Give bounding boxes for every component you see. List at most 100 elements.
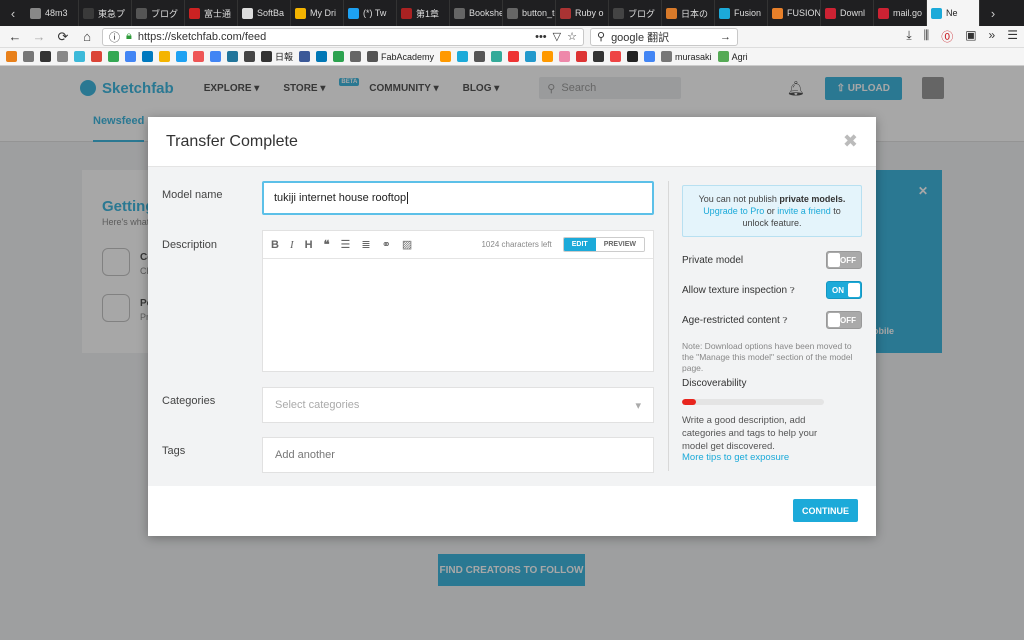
bookmark-favicon-icon[interactable] (6, 51, 17, 62)
invite-link[interactable]: invite a friend (777, 206, 831, 216)
model-name-input[interactable]: tukiji internet house rooftop (262, 181, 654, 215)
search-bar[interactable]: ⚲ google 翻訳 → (590, 27, 738, 46)
trello-icon[interactable] (142, 51, 153, 62)
bookmark-favicon-icon[interactable] (576, 51, 588, 62)
browser-tab[interactable]: Ne (927, 0, 980, 26)
heading-icon[interactable]: H (305, 239, 313, 251)
bookmark-star-icon[interactable]: ☆ (567, 30, 577, 43)
linkedin-icon[interactable] (316, 51, 328, 62)
browser-tab[interactable]: 富士通 (185, 0, 238, 26)
bookmark-murasaki[interactable]: murasaki (661, 51, 712, 62)
library-icon[interactable]: ⫼ (924, 28, 930, 45)
browser-tab[interactable]: button_to (503, 0, 556, 26)
browser-tab[interactable]: Bookshelf (450, 0, 503, 26)
url-bar[interactable]: ⓘ 🔒︎ https://sketchfab.com/feed ••• ▽ ☆ (102, 27, 584, 46)
bookmark-nippo[interactable]: 日報 (261, 50, 293, 63)
tab-scroll-right-icon[interactable]: › (980, 6, 1006, 21)
browser-tab[interactable]: (*) Tw (344, 0, 397, 26)
description-textarea[interactable] (263, 259, 653, 371)
download-icon[interactable]: ⤓ (906, 28, 911, 45)
preview-tab[interactable]: PREVIEW (595, 238, 644, 251)
pinterest-icon[interactable]: ⓪ (941, 28, 953, 45)
tab-scroll-left-icon[interactable]: ‹ (0, 6, 26, 21)
link-icon[interactable]: ⚭ (382, 238, 391, 251)
help-icon[interactable]: ❓︎ (790, 286, 795, 295)
browser-tab[interactable]: SoftBa (238, 0, 291, 26)
url-text[interactable]: https://sketchfab.com/feed (138, 31, 266, 43)
browser-tab[interactable]: FUSION (768, 0, 821, 26)
home-icon[interactable]: ⌂ (78, 28, 96, 46)
browser-tab[interactable]: ブログ (609, 0, 662, 26)
bookmark-favicon-icon[interactable] (193, 51, 204, 62)
bookmark-favicon-icon[interactable] (40, 51, 51, 62)
tab-label: 東急プ (98, 8, 126, 19)
wordpress-icon[interactable] (227, 51, 238, 62)
bookmark-favicon-icon[interactable] (108, 51, 119, 62)
search-go-icon[interactable]: → (720, 31, 731, 43)
facebook-icon[interactable] (299, 51, 311, 62)
browser-tab[interactable]: My Dri (291, 0, 344, 26)
back-icon[interactable]: ← (6, 28, 24, 46)
browser-tab[interactable]: ブログ (132, 0, 185, 26)
bookmark-favicon-icon[interactable] (74, 51, 85, 62)
reload-icon[interactable]: ⟳ (54, 28, 72, 46)
forward-icon[interactable]: → (30, 28, 48, 46)
browser-tab[interactable]: Downl (821, 0, 874, 26)
numbered-list-icon[interactable]: ≣ (361, 238, 370, 251)
edit-tab[interactable]: EDIT (563, 238, 596, 251)
bookmark-favicon-icon[interactable] (491, 51, 503, 62)
bookmark-agri[interactable]: Agri (717, 51, 748, 62)
bookmark-favicon-icon[interactable] (333, 51, 345, 62)
image-icon[interactable]: ▨ (402, 238, 412, 251)
bookmark-favicon-icon[interactable] (244, 51, 255, 62)
bookmark-favicon-icon[interactable] (57, 51, 68, 62)
gmail-icon[interactable] (91, 51, 102, 62)
bookmark-favicon-icon[interactable] (176, 51, 187, 62)
browser-tab[interactable]: 東急プ (79, 0, 132, 26)
amazon-icon[interactable] (440, 51, 452, 62)
bookmark-favicon-icon[interactable] (559, 51, 571, 62)
bookmark-favicon-icon[interactable] (542, 51, 554, 62)
browser-tab[interactable]: 日本の (662, 0, 715, 26)
pocket-icon[interactable]: ▽ (553, 30, 561, 43)
info-icon[interactable]: ⓘ (109, 29, 120, 45)
bookmark-favicon-icon[interactable] (159, 51, 170, 62)
bullet-list-icon[interactable]: ☰ (341, 238, 351, 251)
private-model-toggle[interactable]: OFF (826, 251, 862, 269)
browser-tab[interactable]: mail.go (874, 0, 927, 26)
menu-icon[interactable]: ☰ (1007, 28, 1018, 45)
tips-link[interactable]: More tips to get exposure (682, 452, 789, 463)
upgrade-link[interactable]: Upgrade to Pro (703, 206, 764, 216)
continue-button[interactable]: CONTINUE (793, 499, 858, 522)
github-icon[interactable] (627, 51, 639, 62)
browser-tab[interactable]: 48m3 (26, 0, 79, 26)
bookmark-favicon-icon[interactable] (474, 51, 486, 62)
quote-icon[interactable]: ❝ (324, 238, 330, 251)
tags-input[interactable]: Add another (262, 437, 654, 473)
bookmark-favicon-icon[interactable] (457, 51, 469, 62)
bookmark-favicon-icon[interactable] (525, 51, 537, 62)
google-icon[interactable] (210, 51, 221, 62)
close-icon[interactable]: ✖ (843, 131, 858, 152)
bookmark-favicon-icon[interactable] (593, 51, 605, 62)
bookmark-favicon-icon[interactable] (23, 51, 34, 62)
bookmark-favicon-icon[interactable] (610, 51, 622, 62)
browser-search-value[interactable]: google 翻訳 (611, 29, 669, 45)
overflow-icon[interactable]: » (989, 28, 996, 45)
bookmark-favicon-icon[interactable] (350, 51, 362, 62)
help-icon[interactable]: ❓︎ (783, 316, 788, 325)
bookmark-fabacademy[interactable]: FabAcademy (367, 51, 434, 62)
bookmark-favicon-icon[interactable] (644, 51, 656, 62)
age-restricted-toggle[interactable]: OFF (826, 311, 862, 329)
bookmark-favicon-icon[interactable] (508, 51, 520, 62)
browser-tab[interactable]: Ruby o (556, 0, 609, 26)
bold-icon[interactable]: B (271, 239, 279, 251)
sidebar-icon[interactable]: ▣ (965, 28, 976, 45)
browser-tab[interactable]: 第1章 (397, 0, 450, 26)
more-icon[interactable]: ••• (535, 31, 547, 43)
texture-inspection-toggle[interactable]: ON (826, 281, 862, 299)
browser-tab[interactable]: Fusion (715, 0, 768, 26)
categories-select[interactable]: Select categories ▾ (262, 387, 654, 423)
italic-icon[interactable]: I (290, 239, 294, 251)
bookmark-favicon-icon[interactable] (125, 51, 136, 62)
